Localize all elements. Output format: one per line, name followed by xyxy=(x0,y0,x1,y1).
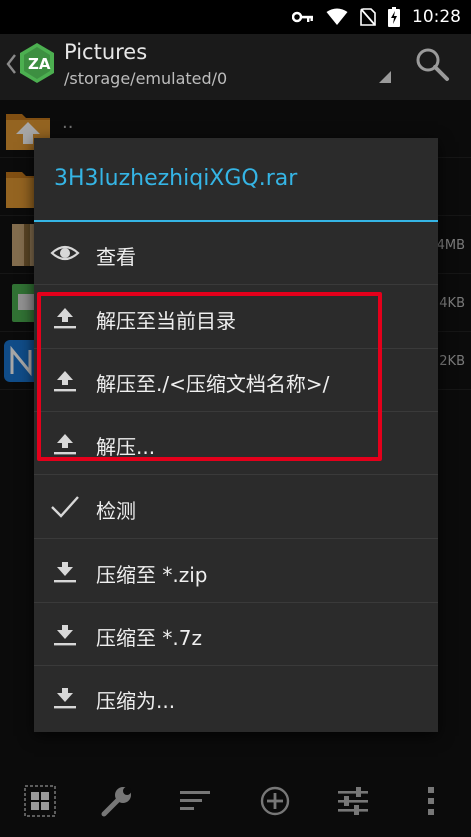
more-vertical-icon xyxy=(428,787,434,815)
wrench-icon xyxy=(101,787,131,817)
wifi-icon xyxy=(326,8,348,25)
dialog-title: 3H3luzhezhiqiXGQ.rar xyxy=(54,166,298,191)
sort-lines-icon xyxy=(180,791,210,810)
compress-download-icon xyxy=(54,688,76,709)
folder-path[interactable]: /storage/emulated/0 xyxy=(64,69,227,88)
status-icons: 10:28 xyxy=(292,0,461,34)
sliders-icon xyxy=(338,787,368,815)
battery-charging-icon xyxy=(388,7,400,27)
no-sim-icon xyxy=(360,8,376,26)
svg-text:ZA: ZA xyxy=(28,55,51,73)
menu-item-test[interactable]: 检测 xyxy=(34,476,438,539)
status-time: 10:28 xyxy=(412,7,461,27)
menu-item-view[interactable]: 查看 xyxy=(34,222,438,285)
zarchiver-logo-icon[interactable]: ZA xyxy=(18,42,56,84)
add-button[interactable] xyxy=(258,784,292,818)
search-icon[interactable] xyxy=(414,46,450,82)
checkmark-icon xyxy=(51,496,79,518)
bottom-toolbar xyxy=(0,760,471,837)
menu-label: 压缩为... xyxy=(96,689,176,713)
eye-icon xyxy=(50,245,80,261)
menu-label: 查看 xyxy=(96,245,136,269)
key-icon xyxy=(292,11,313,23)
tools-button[interactable] xyxy=(100,784,134,818)
add-circle-icon xyxy=(260,786,290,816)
status-bar: 10:28 xyxy=(0,0,471,34)
menu-label: 压缩至 *.zip xyxy=(96,563,208,587)
back-chevron-icon[interactable] xyxy=(4,52,18,76)
folder-title: Pictures xyxy=(64,40,148,64)
compress-download-icon xyxy=(54,562,76,583)
sort-button[interactable] xyxy=(178,784,212,818)
menu-item-compress-zip[interactable]: 压缩至 *.zip xyxy=(34,540,438,603)
menu-label: 压缩至 *.7z xyxy=(96,626,202,650)
settings-button[interactable] xyxy=(336,784,370,818)
highlight-box xyxy=(37,292,382,461)
menu-label: 检测 xyxy=(96,499,136,523)
more-button[interactable] xyxy=(414,784,448,818)
app-bar: ZA Pictures /storage/emulated/0 xyxy=(0,34,471,100)
select-grid-button[interactable] xyxy=(23,784,57,818)
select-grid-icon xyxy=(24,785,56,817)
dropdown-triangle-icon[interactable] xyxy=(379,71,391,83)
menu-item-compress-as[interactable]: 压缩为... xyxy=(34,666,438,729)
compress-download-icon xyxy=(54,625,76,646)
menu-item-compress-7z[interactable]: 压缩至 *.7z xyxy=(34,603,438,666)
